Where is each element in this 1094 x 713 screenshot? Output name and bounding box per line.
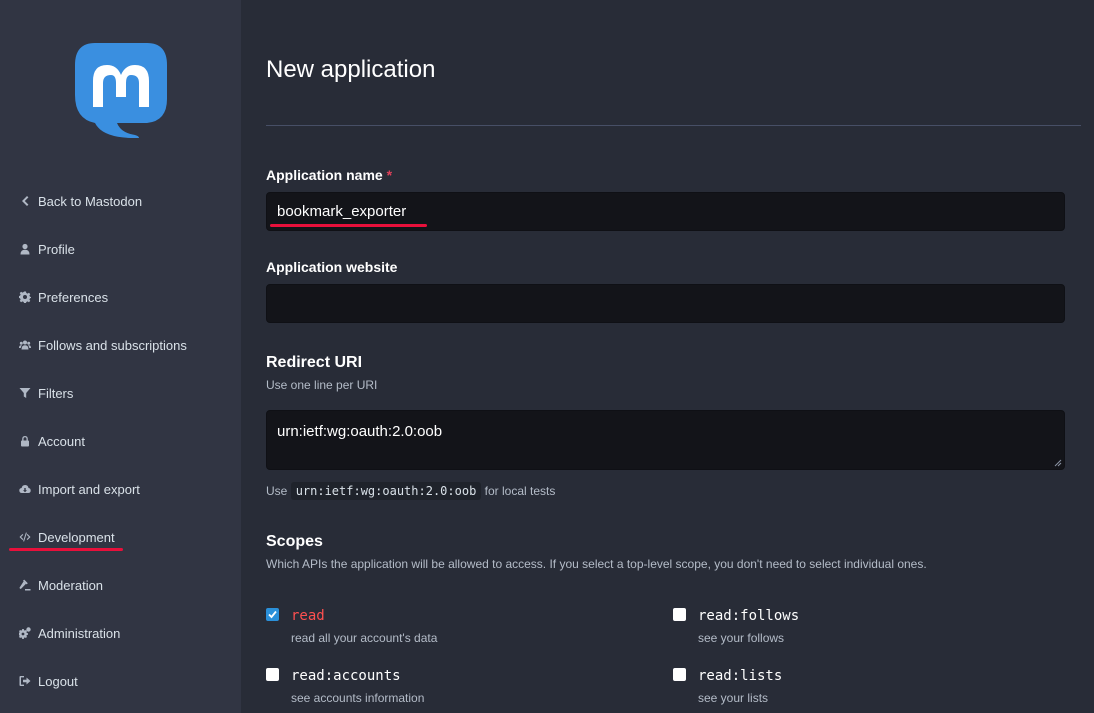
sidebar-item-label: Filters [38, 385, 74, 401]
scope-description: see accounts information [291, 691, 425, 705]
sidebar-item-account[interactable]: Account [18, 429, 85, 453]
sidebar-item-label: Import and export [38, 481, 140, 497]
app-website-input[interactable] [266, 284, 1065, 323]
resize-grip-icon[interactable] [1054, 459, 1062, 467]
sidebar-item-label: Moderation [38, 577, 104, 593]
scope-name: read:lists [698, 668, 783, 684]
app-name-label: Application name * [266, 167, 392, 183]
scope-name: read:accounts [291, 668, 401, 684]
scope-description: see your lists [698, 691, 769, 705]
mastodon-logo[interactable] [73, 37, 169, 139]
redirect-uri-value: urn:ietf:wg:oauth:2.0:oob [277, 423, 443, 440]
scope-read-lists-checkbox[interactable] [673, 668, 686, 681]
redirect-uri-textarea[interactable]: urn:ietf:wg:oauth:2.0:oob [266, 410, 1065, 470]
cogs-icon [18, 626, 32, 640]
sidebar-item-label: Preferences [38, 289, 109, 305]
sidebar-item-back-to-mastodon[interactable]: Back to Mastodon [18, 189, 142, 213]
sidebar-item-profile[interactable]: Profile [18, 237, 75, 261]
app-name-label-text: Application name [266, 167, 383, 183]
sidebar-item-import-and-export[interactable]: Import and export [18, 477, 140, 501]
gavel-icon [18, 578, 32, 592]
app-website-label: Application website [266, 259, 398, 275]
users-icon [18, 338, 32, 352]
main-content: New application Application name * bookm… [241, 0, 1094, 713]
header-divider [266, 125, 1081, 126]
scope-name: read:follows [698, 608, 800, 624]
cloud-download-icon [18, 482, 32, 496]
scope-read-accounts-checkbox[interactable] [266, 668, 279, 681]
sidebar-item-label: Development [38, 529, 115, 545]
scope-description: see your follows [698, 631, 785, 645]
redirect-uri-footer: Use urn:ietf:wg:oauth:2.0:oob for local … [266, 482, 556, 500]
lock-icon [18, 434, 32, 448]
sidebar-item-label: Account [38, 433, 85, 449]
scopes-hint: Which APIs the application will be allow… [266, 557, 927, 571]
chevron-left-icon [18, 194, 32, 208]
page-title: New application [266, 56, 436, 83]
code-icon [18, 530, 32, 544]
scope-name: read [291, 608, 325, 624]
sidebar-item-label: Administration [38, 625, 121, 641]
scope-description: read all your account's data [291, 631, 438, 645]
check-icon [268, 610, 277, 619]
sidebar-item-label: Follows and subscriptions [38, 337, 187, 353]
scope-read-checkbox[interactable] [266, 608, 279, 621]
sidebar-item-label: Profile [38, 241, 75, 257]
gear-icon [18, 290, 32, 304]
sidebar-item-development[interactable]: Development [18, 525, 115, 549]
sidebar-item-follows-and-subscriptions[interactable]: Follows and subscriptions [18, 333, 187, 357]
sidebar-item-moderation[interactable]: Moderation [18, 573, 103, 597]
scopes-title: Scopes [266, 533, 323, 550]
development-annotation-underline [9, 548, 123, 551]
sidebar-item-filters[interactable]: Filters [18, 381, 73, 405]
app-name-input-value: bookmark_exporter [277, 203, 407, 220]
sidebar-item-preferences[interactable]: Preferences [18, 285, 108, 309]
scope-read-follows-checkbox[interactable] [673, 608, 686, 621]
redirect-footer-code: urn:ietf:wg:oauth:2.0:oob [290, 482, 482, 500]
redirect-footer-suffix: for local tests [484, 484, 556, 498]
filter-icon [18, 386, 32, 400]
redirect-uri-title: Redirect URI [266, 354, 363, 371]
redirect-uri-hint: Use one line per URI [266, 378, 378, 392]
sidebar-item-label: Back to Mastodon [38, 193, 143, 209]
sign-out-icon [18, 674, 32, 688]
sidebar-item-logout[interactable]: Logout [18, 669, 78, 693]
app-name-annotation-underline [270, 224, 427, 227]
user-icon [18, 242, 32, 256]
redirect-footer-prefix: Use [266, 484, 288, 498]
sidebar-item-label: Logout [38, 673, 78, 689]
sidebar: Back to Mastodon Profile Preferences Fol… [0, 0, 241, 713]
required-mark: * [386, 167, 393, 183]
sidebar-item-administration[interactable]: Administration [18, 621, 120, 645]
